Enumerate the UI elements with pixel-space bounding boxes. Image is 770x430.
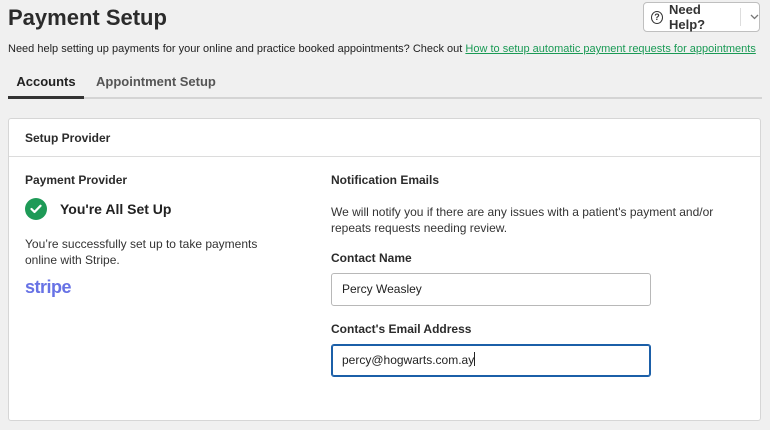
page-title: Payment Setup xyxy=(8,5,167,30)
card-title: Setup Provider xyxy=(9,119,760,157)
contact-name-label: Contact Name xyxy=(331,251,412,265)
question-circle-icon: ? xyxy=(651,10,664,24)
tab-accounts[interactable]: Accounts xyxy=(8,65,84,99)
notification-emails-section: Notification Emails We will notify you i… xyxy=(331,173,741,377)
payment-provider-section: Payment Provider You're All Set Up You’r… xyxy=(25,173,295,298)
help-subtitle: Need help setting up payments for your o… xyxy=(8,43,756,55)
help-subtitle-text: Need help setting up payments for your o… xyxy=(8,43,463,55)
chevron-down-icon xyxy=(750,14,759,20)
notification-emails-label: Notification Emails xyxy=(331,173,440,187)
contact-email-label: Contact's Email Address xyxy=(331,322,472,336)
payment-provider-label: Payment Provider xyxy=(25,173,128,187)
stripe-logo: stripe xyxy=(25,277,72,297)
need-help-button[interactable]: ? Need Help? xyxy=(643,2,760,32)
setup-guide-link[interactable]: How to setup automatic payment requests … xyxy=(465,43,755,55)
check-circle-icon xyxy=(25,198,47,220)
setup-status-text: You're All Set Up xyxy=(60,201,172,217)
contact-email-input[interactable]: percy@hogwarts.com.ay xyxy=(331,344,651,377)
contact-name-value: Percy Weasley xyxy=(342,282,422,296)
setup-status: You're All Set Up xyxy=(25,198,295,220)
notification-description: We will notify you if there are any issu… xyxy=(331,205,714,235)
need-help-label: Need Help? xyxy=(669,2,706,32)
contact-email-value: percy@hogwarts.com.ay xyxy=(342,353,475,367)
text-caret xyxy=(474,352,476,366)
button-divider xyxy=(740,8,741,26)
tab-bar: Accounts Appointment Setup xyxy=(8,65,762,99)
setup-description: You’re successfully set up to take payme… xyxy=(25,237,258,267)
tab-appointment-setup[interactable]: Appointment Setup xyxy=(96,65,216,99)
setup-provider-card: Setup Provider Payment Provider You're A… xyxy=(8,118,761,421)
contact-name-input[interactable]: Percy Weasley xyxy=(331,273,651,306)
